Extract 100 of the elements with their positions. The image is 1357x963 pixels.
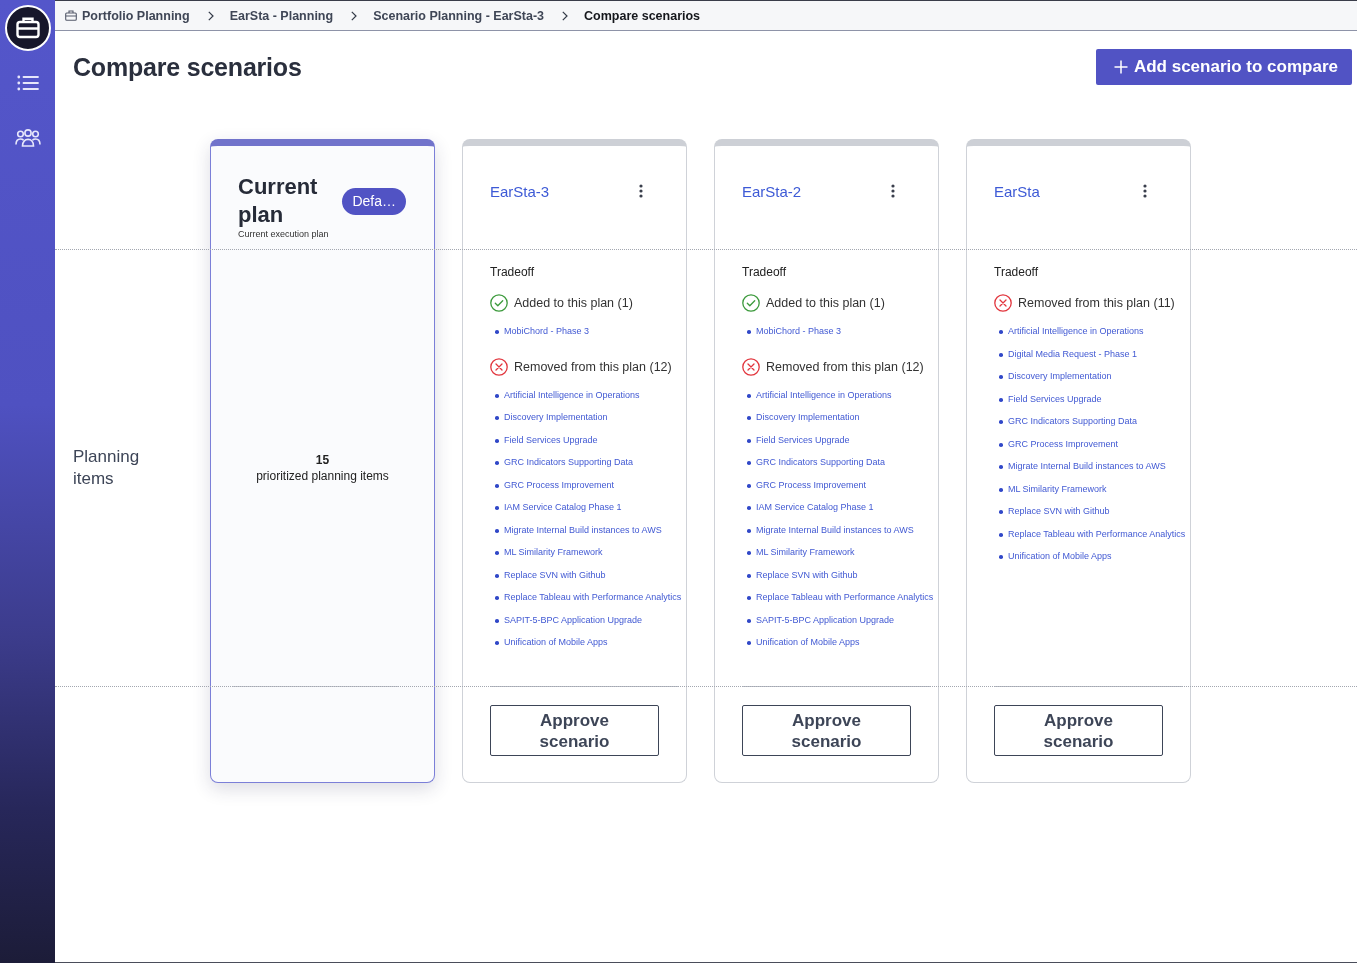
planning-item-link[interactable]: Discovery Implementation xyxy=(755,412,860,423)
planning-item-link[interactable]: Migrate Internal Build instances to AWS xyxy=(755,524,914,535)
planning-item-link[interactable]: GRC Process Improvement xyxy=(1007,438,1118,449)
planning-item-link[interactable]: MobiChord - Phase 3 xyxy=(503,326,589,337)
bullet-icon xyxy=(747,483,751,488)
briefcase-icon xyxy=(65,10,77,21)
check-circle-icon xyxy=(490,294,508,312)
bullet-icon xyxy=(495,596,499,601)
bullet-icon xyxy=(747,596,751,601)
planning-item-link[interactable]: IAM Service Catalog Phase 1 xyxy=(755,502,874,513)
bullet-icon xyxy=(495,461,499,466)
more-options-icon[interactable] xyxy=(639,184,643,198)
planning-item-link[interactable]: Replace Tableau with Performance Analytics xyxy=(1007,528,1186,539)
bullet-icon xyxy=(495,506,499,511)
planning-item-link[interactable]: Replace SVN with Github xyxy=(1007,506,1110,517)
x-circle-icon xyxy=(994,294,1012,312)
bullet-icon xyxy=(495,618,499,623)
bullet-icon xyxy=(747,528,751,533)
breadcrumb-link[interactable]: Scenario Planning - EarSta-3 xyxy=(373,8,545,23)
scenario-title-link[interactable]: EarSta xyxy=(994,182,1040,200)
planning-item-link[interactable]: Artificial Intelligence in Operations xyxy=(503,389,640,400)
planning-item-link[interactable]: ML Similarity Framework xyxy=(1007,483,1107,494)
chevron-right-icon xyxy=(562,10,569,21)
planning-item-link[interactable]: GRC Indicators Supporting Data xyxy=(1007,416,1137,427)
bullet-icon xyxy=(495,528,499,533)
page-title: Compare scenarios xyxy=(73,52,302,82)
chevron-right-icon xyxy=(351,10,358,21)
bullet-icon xyxy=(747,551,751,556)
bullet-icon xyxy=(999,352,1003,357)
planning-item-link[interactable]: Artificial Intelligence in Operations xyxy=(755,389,892,400)
group-heading: Removed from this plan (12) xyxy=(514,359,672,374)
planning-item-link[interactable]: Field Services Upgrade xyxy=(1007,393,1102,404)
bullet-icon xyxy=(747,573,751,578)
bullet-icon xyxy=(999,375,1003,380)
planning-item-link[interactable]: IAM Service Catalog Phase 1 xyxy=(503,502,622,513)
bullet-icon xyxy=(495,393,499,398)
planning-item-link[interactable]: Replace Tableau with Performance Analytics xyxy=(503,592,682,603)
bullet-icon xyxy=(747,461,751,466)
briefcase-logo-icon[interactable] xyxy=(4,5,51,51)
item-count-label: prioritized planning items xyxy=(256,467,389,484)
planning-item-link[interactable]: Discovery Implementation xyxy=(1007,371,1112,382)
planning-item-link[interactable]: GRC Process Improvement xyxy=(503,479,614,490)
planning-item-link[interactable]: Field Services Upgrade xyxy=(755,434,850,445)
bullet-icon xyxy=(495,330,499,335)
bullet-icon xyxy=(999,510,1003,515)
card-title: Current plan xyxy=(238,173,319,229)
planning-item-link[interactable]: ML Similarity Framework xyxy=(755,547,855,558)
planning-item-link[interactable]: SAPIT-5-BPC Application Upgrade xyxy=(503,614,642,625)
approve-button[interactable]: Approve scenario xyxy=(994,705,1163,756)
planning-item-link[interactable]: MobiChord - Phase 3 xyxy=(755,326,841,337)
breadcrumb-link[interactable]: Portfolio Planning xyxy=(82,8,190,23)
planning-item-link[interactable]: Unification of Mobile Apps xyxy=(503,637,608,648)
chevron-right-icon xyxy=(207,10,214,21)
planning-item-link[interactable]: Migrate Internal Build instances to AWS xyxy=(503,524,662,535)
planning-item-link[interactable]: SAPIT-5-BPC Application Upgrade xyxy=(755,614,894,625)
planning-item-link[interactable]: Unification of Mobile Apps xyxy=(755,637,860,648)
approve-button[interactable]: Approve scenario xyxy=(490,705,659,756)
people-icon[interactable] xyxy=(14,129,41,147)
card-subtitle: Current execution plan xyxy=(238,229,330,239)
bullet-icon xyxy=(999,555,1003,560)
planning-item-link[interactable]: Digital Media Request - Phase 1 xyxy=(1007,348,1137,359)
more-options-icon[interactable] xyxy=(891,184,895,198)
add-scenario-button[interactable]: Add scenario to compare xyxy=(1095,49,1352,85)
bullet-icon xyxy=(999,442,1003,447)
group-heading: Added to this plan (1) xyxy=(514,296,633,310)
bullet-icon xyxy=(999,487,1003,492)
group-heading: Removed from this plan (11) xyxy=(1018,296,1175,310)
bullet-icon xyxy=(999,330,1003,335)
plus-icon xyxy=(1113,60,1128,74)
tradeoff-label: Tradeoff xyxy=(742,265,788,279)
bullet-icon xyxy=(495,573,499,578)
scenario-title-link[interactable]: EarSta-3 xyxy=(490,182,550,200)
planning-item-link[interactable]: Field Services Upgrade xyxy=(503,434,598,445)
bullet-icon xyxy=(999,420,1003,425)
planning-item-link[interactable]: ML Similarity Framework xyxy=(503,547,603,558)
planning-item-link[interactable]: GRC Process Improvement xyxy=(755,479,866,490)
x-circle-icon xyxy=(490,357,508,376)
more-options-icon[interactable] xyxy=(1143,184,1147,198)
bullet-icon xyxy=(495,438,499,443)
bullet-icon xyxy=(999,465,1003,470)
row-label: Planning items xyxy=(72,445,141,490)
planning-item-link[interactable]: Discovery Implementation xyxy=(503,412,608,423)
bullet-icon xyxy=(495,641,499,646)
list-icon[interactable] xyxy=(16,75,39,91)
planning-item-link[interactable]: Replace SVN with Github xyxy=(755,569,858,580)
planning-item-link[interactable]: Replace Tableau with Performance Analytics xyxy=(755,592,934,603)
planning-item-link[interactable]: GRC Indicators Supporting Data xyxy=(503,457,633,468)
group-heading: Removed from this plan (12) xyxy=(766,359,924,374)
planning-item-link[interactable]: Replace SVN with Github xyxy=(503,569,606,580)
bullet-icon xyxy=(747,438,751,443)
tradeoff-label: Tradeoff xyxy=(490,265,536,279)
bullet-icon xyxy=(999,532,1003,537)
planning-item-link[interactable]: Migrate Internal Build instances to AWS xyxy=(1007,461,1166,472)
planning-item-link[interactable]: Unification of Mobile Apps xyxy=(1007,551,1112,562)
planning-item-link[interactable]: GRC Indicators Supporting Data xyxy=(755,457,885,468)
approve-button[interactable]: Approve scenario xyxy=(742,705,911,756)
breadcrumb-link[interactable]: EarSta - Planning xyxy=(229,8,334,23)
scenario-title-link[interactable]: EarSta-2 xyxy=(742,182,802,200)
bullet-icon xyxy=(747,641,751,646)
planning-item-link[interactable]: Artificial Intelligence in Operations xyxy=(1007,326,1144,337)
